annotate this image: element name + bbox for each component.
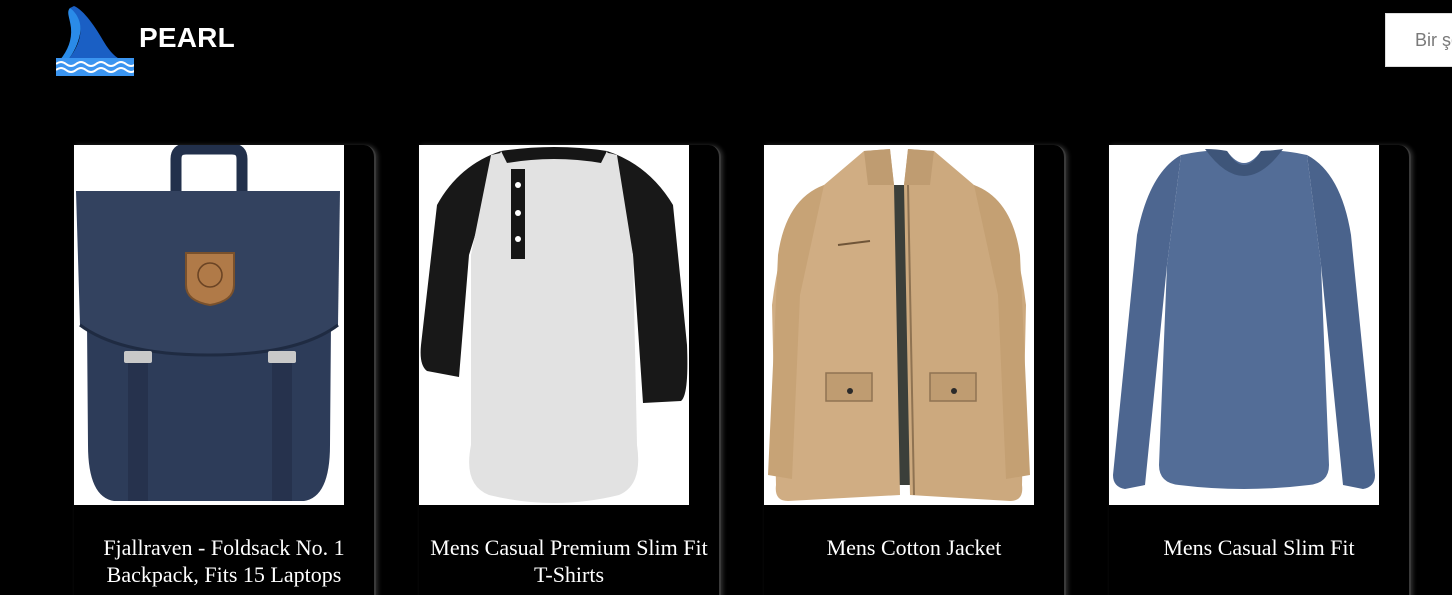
- product-image-jacket[interactable]: [764, 145, 1034, 505]
- product-title[interactable]: Fjallraven - Foldsack No. 1 Backpack, Fi…: [74, 534, 374, 588]
- product-image-backpack[interactable]: [74, 145, 344, 505]
- shark-fin-logo-icon: [56, 6, 134, 76]
- product-title[interactable]: Mens Cotton Jacket: [764, 534, 1064, 561]
- brand-logo-link[interactable]: PEARL: [56, 6, 235, 76]
- product-title[interactable]: Mens Casual Premium Slim Fit T-Shirts: [419, 534, 719, 588]
- product-title[interactable]: Mens Casual Slim Fit: [1109, 534, 1409, 561]
- product-card[interactable]: Fjallraven - Foldsack No. 1 Backpack, Fi…: [74, 145, 376, 595]
- product-card[interactable]: Mens Cotton Jacket: [764, 145, 1066, 595]
- product-card[interactable]: Mens Casual Premium Slim Fit T-Shirts: [419, 145, 721, 595]
- product-image-longsleeve[interactable]: [1109, 145, 1379, 505]
- product-image-shirt[interactable]: [419, 145, 689, 505]
- search-input[interactable]: [1385, 13, 1452, 67]
- product-grid: Fjallraven - Foldsack No. 1 Backpack, Fi…: [74, 145, 1452, 595]
- site-header: PEARL: [0, 0, 1452, 100]
- brand-name: PEARL: [139, 22, 235, 53]
- product-card[interactable]: Mens Casual Slim Fit: [1109, 145, 1411, 595]
